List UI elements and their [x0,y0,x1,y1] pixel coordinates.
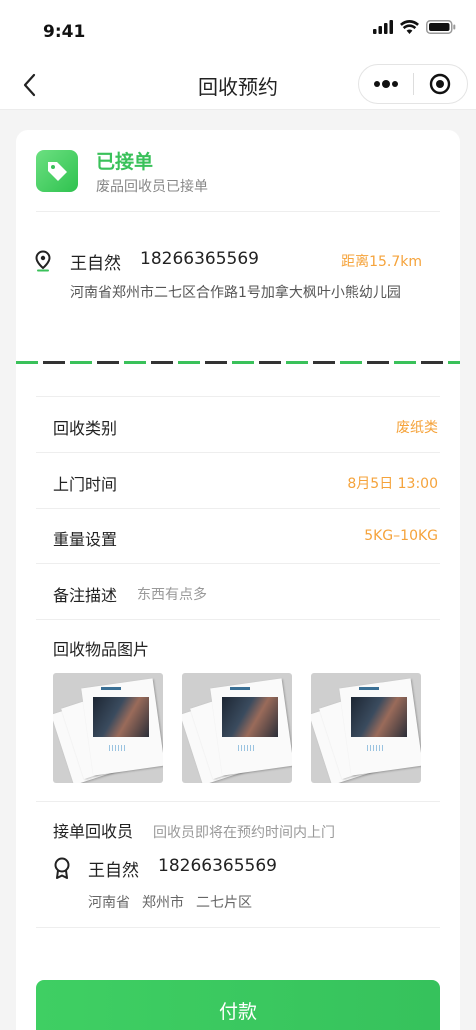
pay-button[interactable]: 付款 [36,980,440,1030]
photo-cover-image [222,697,278,737]
divider [36,927,440,928]
photo-logo [101,687,121,690]
collector-city: 郑州市 [142,895,184,911]
order-card: 已接单 废品回收员已接单 王自然 18266365569 距离15.7km 河南… [16,130,460,1030]
photo-cover-image [93,697,149,737]
collector-name: 王自然 [88,861,139,881]
photo-barcode [109,745,127,751]
order-status: 已接单 废品回收员已接单 [36,150,440,212]
row-label: 回收类别 [53,419,118,438]
row-label: 重量设置 [53,530,118,549]
collector-province: 河南省 [88,895,130,911]
mini-program-capsule [358,64,468,104]
photo-barcode [367,745,385,751]
collector-region: 河南省 郑州市 二七片区 [88,892,252,912]
status-time: 9:41 [43,22,86,42]
collector-district: 二七片区 [196,895,252,911]
row-value: 5KG–10KG [364,528,438,544]
photo-barcode [238,745,256,751]
row-weight: 重量设置 5KG–10KG [36,508,440,564]
more-icon [373,80,398,88]
order-status-title: 已接单 [96,151,154,173]
status-bar: 9:41 [0,0,476,60]
photo-thumbnail[interactable] [53,673,163,783]
remark-text: 东西有点多 [137,587,207,603]
status-icon-box [36,150,78,192]
row-recycle-category: 回收类别 废纸类 [36,397,440,453]
status-icons [373,20,456,34]
more-button[interactable] [359,65,413,103]
location-pin-icon [35,250,51,272]
photo-logo [230,687,250,690]
collector-label: 接单回收员 [53,822,134,841]
photo-logo [359,687,379,690]
row-label: 上门时间 [53,475,118,494]
distance-label: 距离15.7km [341,254,422,270]
photo-cover-image [351,697,407,737]
collector-phone[interactable]: 18266365569 [158,856,277,876]
collector-badge-icon [54,857,70,879]
row-value: 废纸类 [396,420,438,436]
order-status-subtitle: 废品回收员已接单 [96,179,208,195]
divider [36,801,440,802]
photo-thumbnail[interactable] [311,673,421,783]
row-visit-time: 上门时间 8月5日 13:00 [36,453,440,509]
photo-thumbnail[interactable] [182,673,292,783]
divider [36,211,440,212]
tag-icon [48,162,67,181]
battery-icon [426,20,456,34]
nav-bar: 回收预约 [0,60,476,110]
target-icon [430,73,451,95]
row-value: 8月5日 13:00 [347,476,438,492]
contact-name: 王自然 [70,254,121,274]
contact-phone[interactable]: 18266365569 [140,249,259,269]
signal-icon [373,20,393,34]
contact-address: 河南省郑州市二七区合作路1号加拿大枫叶小熊幼儿园 [70,285,401,301]
row-label: 备注描述 [53,586,118,605]
photos-title: 回收物品图片 [53,640,150,659]
row-remark: 备注描述 东西有点多 [36,564,440,620]
dashed-separator [16,361,460,364]
close-miniprogram-button[interactable] [414,65,468,103]
wifi-icon [400,20,419,34]
collector-note: 回收员即将在预约时间内上门 [153,825,335,841]
